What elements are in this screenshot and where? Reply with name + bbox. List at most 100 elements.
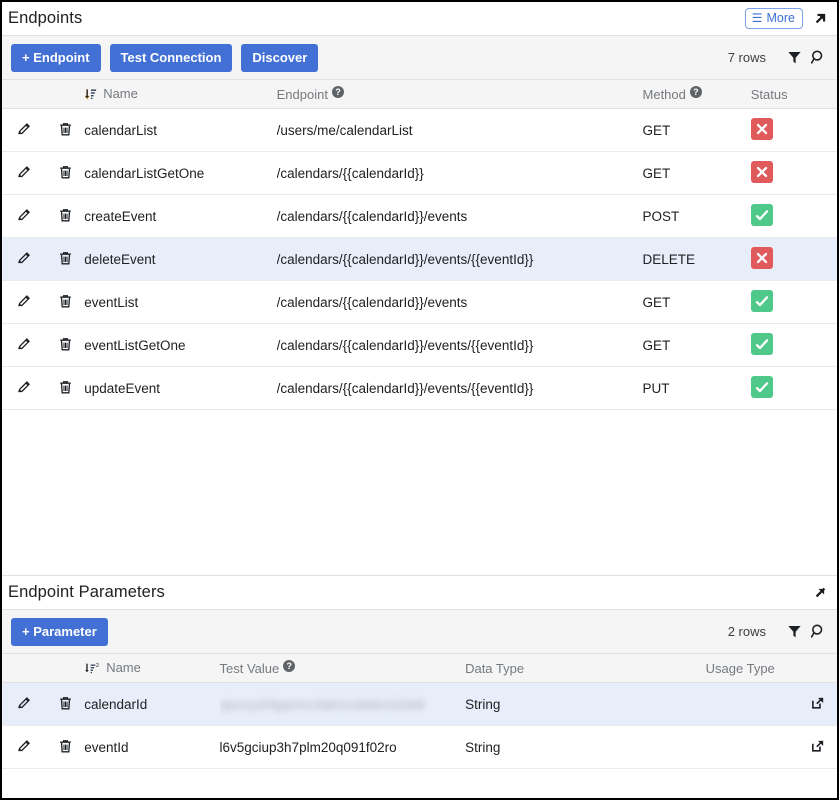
help-icon[interactable]: ? <box>332 86 344 98</box>
endpoints-table-scroll[interactable]: Name Endpoint ? Method ? <box>2 80 837 575</box>
test-connection-button[interactable]: Test Connection <box>110 44 233 72</box>
edit-icon[interactable] <box>16 250 34 268</box>
delete-icon[interactable] <box>57 164 75 182</box>
header-status[interactable]: Status <box>751 80 837 109</box>
status-fail-icon[interactable] <box>751 247 773 269</box>
table-row[interactable]: calendarList/users/me/calendarListGET <box>2 109 837 152</box>
delete-icon[interactable] <box>57 738 75 756</box>
table-row[interactable]: calendarIdajsnxyzhfgqrtnczkjk0cixbbbcii2… <box>2 683 837 726</box>
edit-icon[interactable] <box>16 738 34 756</box>
add-parameter-button[interactable]: + Parameter <box>11 618 108 646</box>
search-icon[interactable] <box>808 48 828 68</box>
row-delete-cell[interactable] <box>48 367 84 410</box>
edit-icon[interactable] <box>16 695 34 713</box>
header-endpoint[interactable]: Endpoint ? <box>277 80 643 109</box>
filter-icon[interactable] <box>784 48 804 68</box>
edit-icon[interactable] <box>16 207 34 225</box>
row-edit-cell[interactable] <box>2 195 48 238</box>
row-status-cell[interactable] <box>751 281 837 324</box>
help-icon[interactable]: ? <box>283 660 295 672</box>
row-edit-cell[interactable] <box>2 238 48 281</box>
expand-arrow-icon[interactable] <box>812 10 829 27</box>
status-success-icon[interactable] <box>751 376 773 398</box>
delete-icon[interactable] <box>57 336 75 354</box>
row-edit-cell[interactable] <box>2 324 48 367</box>
row-status-cell[interactable] <box>751 109 837 152</box>
delete-icon[interactable] <box>57 379 75 397</box>
row-edit-cell[interactable] <box>2 281 48 324</box>
search-icon[interactable] <box>808 622 828 642</box>
header-name[interactable]: Name <box>84 80 276 109</box>
row-edit-cell[interactable] <box>2 726 48 769</box>
row-usage-type-cell[interactable] <box>706 683 837 726</box>
endpoints-title-bar: Endpoints ☰ More <box>2 2 837 35</box>
expand-arrow-icon[interactable] <box>812 584 829 601</box>
row-status-cell[interactable] <box>751 238 837 281</box>
header-name-label: Name <box>103 86 138 101</box>
param-header-usage-type[interactable]: Usage Type <box>706 654 837 683</box>
delete-icon[interactable] <box>57 207 75 225</box>
row-delete-cell[interactable] <box>48 281 84 324</box>
row-name-cell: deleteEvent <box>84 238 276 281</box>
add-endpoint-button[interactable]: + Endpoint <box>11 44 101 72</box>
row-delete-cell[interactable] <box>48 238 84 281</box>
delete-icon[interactable] <box>57 121 75 139</box>
row-edit-cell[interactable] <box>2 152 48 195</box>
open-usage-icon[interactable] <box>810 695 828 713</box>
table-row[interactable]: createEvent/calendars/{{calendarId}}/eve… <box>2 195 837 238</box>
row-data-type-cell: String <box>465 683 706 726</box>
delete-icon[interactable] <box>57 695 75 713</box>
row-edit-cell[interactable] <box>2 109 48 152</box>
status-fail-icon[interactable] <box>751 161 773 183</box>
row-delete-cell[interactable] <box>48 109 84 152</box>
parameter-test-value: l6v5gciup3h7plm20q091f02ro <box>220 740 397 755</box>
row-edit-cell[interactable] <box>2 683 48 726</box>
row-status-cell[interactable] <box>751 324 837 367</box>
svg-text:2: 2 <box>96 662 99 668</box>
status-success-icon[interactable] <box>751 333 773 355</box>
status-success-icon[interactable] <box>751 290 773 312</box>
row-edit-cell[interactable] <box>2 367 48 410</box>
edit-icon[interactable] <box>16 164 34 182</box>
sort-ascending-icon[interactable] <box>84 88 99 101</box>
open-usage-icon[interactable] <box>810 738 828 756</box>
edit-icon[interactable] <box>16 121 34 139</box>
endpoint-name: updateEvent <box>84 381 160 396</box>
row-status-cell[interactable] <box>751 152 837 195</box>
filter-icon[interactable] <box>784 622 804 642</box>
row-delete-cell[interactable] <box>48 195 84 238</box>
param-header-data-type[interactable]: Data Type <box>465 654 706 683</box>
row-delete-cell[interactable] <box>48 152 84 195</box>
edit-icon[interactable] <box>16 336 34 354</box>
more-button[interactable]: ☰ More <box>745 8 803 30</box>
status-fail-icon[interactable] <box>751 118 773 140</box>
delete-icon[interactable] <box>57 250 75 268</box>
edit-icon[interactable] <box>16 379 34 397</box>
table-row[interactable]: eventList/calendars/{{calendarId}}/event… <box>2 281 837 324</box>
row-delete-cell[interactable] <box>48 726 84 769</box>
param-header-name[interactable]: 2 Name <box>84 654 219 683</box>
header-method[interactable]: Method ? <box>643 80 751 109</box>
row-usage-type-cell[interactable] <box>706 726 837 769</box>
parameter-data-type: String <box>465 697 500 712</box>
table-row[interactable]: eventIdl6v5gciup3h7plm20q091f02roString <box>2 726 837 769</box>
table-row[interactable]: calendarListGetOne/calendars/{{calendarI… <box>2 152 837 195</box>
table-row[interactable]: updateEvent/calendars/{{calendarId}}/eve… <box>2 367 837 410</box>
help-icon[interactable]: ? <box>690 86 702 98</box>
delete-icon[interactable] <box>57 293 75 311</box>
row-status-cell[interactable] <box>751 195 837 238</box>
row-delete-cell[interactable] <box>48 683 84 726</box>
header-delete-spacer <box>48 80 84 109</box>
sort-ascending-secondary-icon[interactable]: 2 <box>84 662 102 675</box>
row-status-cell[interactable] <box>751 367 837 410</box>
table-row[interactable]: deleteEvent/calendars/{{calendarId}}/eve… <box>2 238 837 281</box>
hamburger-icon: ☰ <box>752 12 763 24</box>
discover-button[interactable]: Discover <box>241 44 318 72</box>
endpoint-path: /calendars/{{calendarId}}/events/{{event… <box>277 252 534 267</box>
status-success-icon[interactable] <box>751 204 773 226</box>
row-delete-cell[interactable] <box>48 324 84 367</box>
parameters-table-scroll[interactable]: 2 Name Test Value ? <box>2 654 837 798</box>
table-row[interactable]: eventListGetOne/calendars/{{calendarId}}… <box>2 324 837 367</box>
edit-icon[interactable] <box>16 293 34 311</box>
param-header-test-value[interactable]: Test Value ? <box>220 654 466 683</box>
